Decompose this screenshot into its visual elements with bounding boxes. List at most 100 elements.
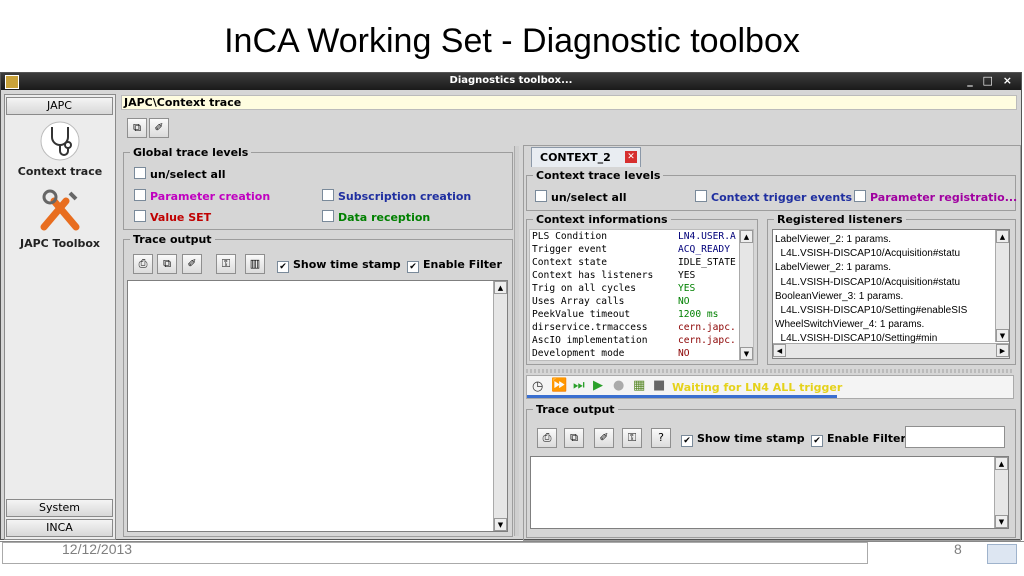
diagnostics-window: Diagnostics toolbox... _ □ × JAPC Contex… <box>0 72 1022 541</box>
listener-line[interactable]: WheelSwitchViewer_4: 1 params. <box>775 318 995 332</box>
context-info-value: LN4.USER.A <box>678 231 736 242</box>
context-info-key: Context state <box>532 257 608 268</box>
stop-icon[interactable]: ■ <box>653 378 665 393</box>
subscription-creation-checkbox[interactable]: Subscription creation <box>322 189 471 203</box>
context-info-key: Trigger event <box>532 244 608 255</box>
trace-output-left-text[interactable]: ▲ ▼ <box>127 280 508 532</box>
scroll-down-icon[interactable]: ▼ <box>494 518 507 531</box>
parameter-creation-label: Parameter creation <box>150 190 271 203</box>
clock-icon[interactable]: ◷ <box>532 379 543 394</box>
listener-line[interactable]: LabelViewer_2: 1 params. <box>775 261 995 275</box>
data-reception-checkbox[interactable]: Data reception <box>322 210 430 224</box>
trace-output-right-scrollbar[interactable]: ▲ ▼ <box>994 457 1008 528</box>
print-icon[interactable]: ⎙ <box>133 254 153 274</box>
context-info-key: PLS Condition <box>532 231 608 242</box>
scroll-down-icon[interactable]: ▼ <box>996 329 1009 342</box>
window-controls[interactable]: _ □ × <box>967 74 1015 87</box>
nav-inca-button[interactable]: INCA <box>6 519 113 537</box>
play-icon[interactable]: ▶ <box>593 378 603 393</box>
listener-line[interactable]: BooleanViewer_3: 1 params. <box>775 290 995 304</box>
scroll-up-icon[interactable]: ▲ <box>995 457 1008 470</box>
breadcrumb: JAPC\Context trace <box>121 95 1017 110</box>
context-info-value: NO <box>678 348 690 359</box>
parameter-registration-checkbox[interactable]: Parameter registratio... <box>854 190 1017 204</box>
tray-icon[interactable] <box>987 544 1017 564</box>
context-info-key: Trig on all cycles <box>532 283 636 294</box>
listeners-scrollbar[interactable]: ▲ ▼ <box>995 230 1009 342</box>
tools-icon[interactable] <box>5 187 115 238</box>
help-icon[interactable]: ? <box>651 428 671 448</box>
left-enable-filter-label: Enable Filter <box>423 258 502 271</box>
listeners-hscrollbar[interactable]: ◀ ▶ <box>773 343 1009 358</box>
filter-input[interactable] <box>905 426 1005 448</box>
window-titlebar[interactable]: Diagnostics toolbox... _ □ × <box>1 73 1021 90</box>
listener-line[interactable]: L4L.VSISH-DISCAP10/Acquisition#statu <box>775 247 995 261</box>
print-icon[interactable]: ⎙ <box>537 428 557 448</box>
copy-icon[interactable]: ⧉ <box>127 118 147 138</box>
trace-output-right-legend: Trace output <box>536 403 615 416</box>
eraser-icon[interactable]: ✐ <box>594 428 614 448</box>
global-select-all-checkbox[interactable]: un/select all <box>134 167 226 181</box>
trigger-status-text: Waiting for LN4 ALL trigger <box>672 381 843 394</box>
registered-listeners-list[interactable]: LabelViewer_2: 1 params. L4L.VSISH-DISCA… <box>772 229 1010 359</box>
scroll-up-icon[interactable]: ▲ <box>494 281 507 294</box>
filter-icon[interactable]: ⚿ <box>622 428 642 448</box>
horizontal-splitter[interactable] <box>526 369 1014 373</box>
registered-listeners-legend: Registered listeners <box>777 213 903 226</box>
listener-line[interactable]: L4L.VSISH-DISCAP10/Setting#enableSIS <box>775 304 995 318</box>
slide-footer: 12/12/2013 8 <box>0 541 1024 571</box>
listener-line[interactable]: LabelViewer_2: 1 params. <box>775 233 995 247</box>
nav-japc-button[interactable]: JAPC <box>6 97 113 115</box>
stethoscope-icon[interactable] <box>5 121 115 164</box>
data-reception-label: Data reception <box>338 211 431 224</box>
copy-icon[interactable]: ⧉ <box>157 254 177 274</box>
scroll-down-icon[interactable]: ▼ <box>995 515 1008 528</box>
left-show-time-stamp-checkbox[interactable]: ✔ Show time stamp <box>277 258 401 273</box>
scroll-left-icon[interactable]: ◀ <box>773 344 786 357</box>
right-enable-filter-checkbox[interactable]: ✔ Enable Filter <box>811 432 906 447</box>
vertical-splitter[interactable] <box>514 146 519 536</box>
nav-item-context-trace[interactable]: Context trace <box>5 165 115 178</box>
right-show-time-stamp-checkbox[interactable]: ✔ Show time stamp <box>681 432 805 447</box>
context-info-key: Development mode <box>532 348 625 359</box>
fast-forward-icon[interactable]: ⏩ <box>551 378 567 393</box>
context-info-key: Context has listeners <box>532 270 654 281</box>
close-tab-icon[interactable]: ✕ <box>625 151 637 163</box>
scroll-up-icon[interactable]: ▲ <box>740 230 753 243</box>
scroll-down-icon[interactable]: ▼ <box>740 347 753 360</box>
stop-circle-icon[interactable]: ● <box>613 378 624 393</box>
context-trigger-events-label: Context trigger events <box>711 191 853 204</box>
copy-icon[interactable]: ⧉ <box>564 428 584 448</box>
scroll-right-icon[interactable]: ▶ <box>996 344 1009 357</box>
context-info-value: cern.japc. <box>678 322 736 333</box>
nav-item-japc-toolbox[interactable]: JAPC Toolbox <box>5 237 115 250</box>
value-set-label: Value SET <box>150 211 212 224</box>
context-select-all-checkbox[interactable]: un/select all <box>535 190 627 204</box>
context-trace-levels-legend: Context trace levels <box>536 169 661 182</box>
scroll-up-icon[interactable]: ▲ <box>996 230 1009 243</box>
slide-title: InCA Working Set - Diagnostic toolbox <box>224 22 800 60</box>
slide-date: 12/12/2013 <box>62 541 133 557</box>
chart-icon[interactable]: ▥ <box>245 254 265 274</box>
value-set-checkbox[interactable]: Value SET <box>134 210 211 224</box>
filter-icon[interactable]: ⚿ <box>216 254 236 274</box>
nav-system-button[interactable]: System <box>6 499 113 517</box>
context-info-scrollbar[interactable]: ▲ ▼ <box>739 230 753 360</box>
tab-context-2[interactable]: CONTEXT_2 ✕ <box>531 147 641 167</box>
eraser-icon[interactable]: ✐ <box>182 254 202 274</box>
trigger-toolbar: ◷ ⏩ ⏭ ▶ ● ▦ ■ Waiting for LN4 ALL trigge… <box>526 375 1014 399</box>
step-icon[interactable]: ⏭ <box>573 378 585 393</box>
listener-line[interactable]: L4L.VSISH-DISCAP10/Acquisition#statu <box>775 276 995 290</box>
left-enable-filter-checkbox[interactable]: ✔ Enable Filter <box>407 258 502 273</box>
record-icon[interactable]: ▦ <box>633 378 645 393</box>
context-info-value: YES <box>678 270 696 281</box>
parameter-creation-checkbox[interactable]: Parameter creation <box>134 189 270 203</box>
left-show-time-stamp-label: Show time stamp <box>293 258 401 271</box>
trace-output-right-text[interactable]: ▲ ▼ <box>530 456 1009 529</box>
trace-output-left-scrollbar[interactable]: ▲ ▼ <box>493 281 507 531</box>
subscription-creation-label: Subscription creation <box>338 190 472 203</box>
context-info-value: ACQ_READY <box>678 244 730 255</box>
eraser-icon[interactable]: ✐ <box>149 118 169 138</box>
context-info-table[interactable]: PLS Condition LN4.USER.A Trigger event ACQ_… <box>529 229 754 361</box>
context-trigger-events-checkbox[interactable]: Context trigger events <box>695 190 852 204</box>
